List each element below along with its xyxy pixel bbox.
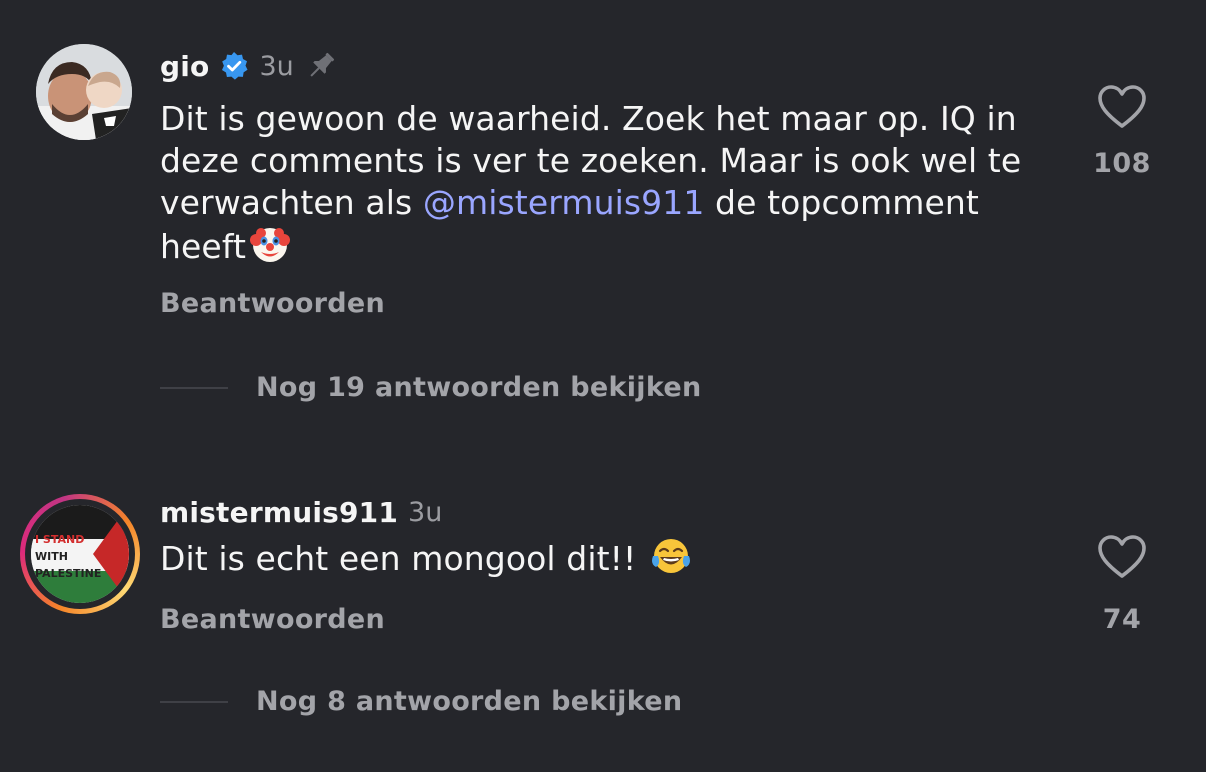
view-replies-label: Nog 19 antwoorden bekijken xyxy=(256,372,702,403)
comment-text: Dit is gewoon de waarheid. Zoek het maar… xyxy=(160,98,1060,268)
avatar[interactable]: I STAND WITH PALESTINE xyxy=(31,505,129,603)
avatar-text-line: WITH xyxy=(35,550,68,563)
like-count: 74 xyxy=(1102,604,1142,635)
comment-item: gio 3u Dit is gewoon de waarheid. Zoek h… xyxy=(0,0,1206,440)
reply-button[interactable]: Beantwoorden xyxy=(160,604,385,635)
divider xyxy=(160,700,228,703)
like-group: 108 xyxy=(1077,84,1167,179)
avatar[interactable] xyxy=(36,44,132,140)
timestamp: 3u xyxy=(408,496,443,528)
timestamp: 3u xyxy=(259,50,294,82)
reply-button[interactable]: Beantwoorden xyxy=(160,288,385,319)
comment-header: mistermuis911 3u xyxy=(160,492,442,532)
verified-badge-icon xyxy=(222,52,248,80)
comment-text: Dit is echt een mongool dit!! xyxy=(160,536,1060,580)
mention-link[interactable]: @mistermuis911 xyxy=(423,183,705,222)
clown-face-icon xyxy=(250,228,290,262)
comment-header: gio 3u xyxy=(160,44,338,88)
avatar-text: I STAND WITH PALESTINE xyxy=(35,533,129,580)
view-replies-label: Nog 8 antwoorden bekijken xyxy=(256,686,683,717)
divider xyxy=(160,386,228,389)
face-with-tears-of-joy-icon xyxy=(651,539,690,573)
avatar-text-line: I STAND xyxy=(35,533,85,546)
username[interactable]: gio xyxy=(160,50,209,83)
pin-icon xyxy=(310,52,334,77)
like-count: 108 xyxy=(1093,148,1151,179)
profile-photo-icon xyxy=(36,44,132,140)
avatar-text-line: PALESTINE xyxy=(35,567,102,580)
view-replies-button[interactable]: Nog 19 antwoorden bekijken xyxy=(160,372,701,403)
comment-item: I STAND WITH PALESTINE mistermuis911 3u … xyxy=(0,440,1206,772)
view-replies-button[interactable]: Nog 8 antwoorden bekijken xyxy=(160,686,682,717)
heart-icon[interactable] xyxy=(1097,534,1147,580)
comment-text-part: Dit is echt een mongool dit!! xyxy=(160,539,647,578)
username[interactable]: mistermuis911 xyxy=(160,496,398,529)
like-group: 74 xyxy=(1077,534,1167,635)
heart-icon[interactable] xyxy=(1097,84,1147,130)
